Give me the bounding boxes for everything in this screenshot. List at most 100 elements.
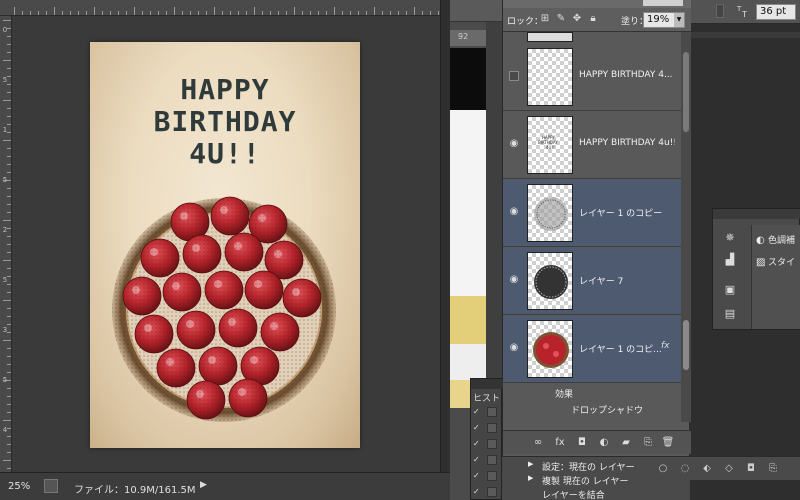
eye-icon[interactable]: ◉ <box>507 137 521 151</box>
panel-header[interactable] <box>713 209 800 219</box>
drop-shadow-row[interactable]: ドロップシャドウ <box>503 400 681 416</box>
history-snapshot-box[interactable] <box>487 455 497 465</box>
card-title: HAPPY BIRTHDAY 4U!! <box>90 74 360 170</box>
zoom-level[interactable]: 25% <box>8 481 30 492</box>
check-icon[interactable]: ✓ <box>473 423 483 433</box>
new-group-icon[interactable]: ▰ <box>619 436 633 450</box>
ruler-tick <box>438 11 439 15</box>
ruler-tick <box>198 11 199 15</box>
lock-position-icon[interactable]: ✥ <box>571 13 583 25</box>
svg-text:T: T <box>741 10 747 19</box>
font-size-field[interactable]: 36 pt <box>756 4 796 20</box>
layer-fx-icon[interactable]: fx <box>661 341 670 351</box>
ruler-tick <box>3 140 11 141</box>
layer-row[interactable]: ◉ HAPPY BIRTHDAY 4U!! HAPPY BIRTHDAY 4u!! <box>503 112 681 179</box>
history-step[interactable]: レイヤーを結合 <box>502 487 690 500</box>
ruler-tick <box>86 11 87 15</box>
new-layer-icon[interactable]: ⎘ <box>641 436 655 450</box>
check-icon[interactable]: ✓ <box>473 487 483 497</box>
scrollbar-thumb[interactable] <box>683 320 689 370</box>
ruler-tick <box>374 7 375 15</box>
ruler-tick <box>246 11 247 15</box>
layer-name: HAPPY BIRTHDAY 4... <box>579 70 673 80</box>
background-doc-preview <box>450 48 486 110</box>
lock-transparent-pixels-icon[interactable]: ⊞ <box>539 13 551 25</box>
ruler-number: 5 <box>2 76 8 84</box>
ruler-tick <box>7 404 11 405</box>
notes-icon[interactable]: ▤ <box>721 305 739 323</box>
document-tab[interactable] <box>450 0 502 22</box>
adjustments-item[interactable]: ◐ 色調補 <box>756 233 795 246</box>
ruler-tick <box>158 11 159 15</box>
dock-divider <box>690 32 800 38</box>
opacity-field[interactable] <box>643 0 683 6</box>
new-path-icon[interactable]: ⎘ <box>766 462 780 476</box>
history-snapshot-box[interactable] <box>487 471 497 481</box>
status-menu-arrow-icon[interactable]: ▶ <box>200 480 207 490</box>
layers-panel-toolbar: ∞ fx ◘ ◐ ▰ ⎘ 🗑︎ <box>503 430 691 454</box>
check-icon[interactable]: ✓ <box>473 439 483 449</box>
navigator-icon[interactable]: ✵ <box>721 229 739 247</box>
history-snapshot-box[interactable] <box>487 487 497 497</box>
info-panel-icon[interactable]: ▣ <box>721 281 739 299</box>
birthday-card-artwork: HAPPY BIRTHDAY 4U!! <box>90 42 360 448</box>
delete-layer-icon[interactable]: 🗑︎ <box>661 436 675 450</box>
ruler-tick <box>46 11 47 15</box>
ruler-tick <box>262 11 263 15</box>
layer-row-selected[interactable]: ◉ レイヤー 1 のコピー <box>503 180 681 247</box>
ruler-tick <box>382 11 383 15</box>
ruler-tick <box>7 172 11 173</box>
drop-shadow-label: ドロップシャドウ <box>571 406 644 416</box>
panel-header[interactable] <box>471 379 503 389</box>
check-icon[interactable]: ✓ <box>473 407 483 417</box>
effects-row[interactable]: 効果 <box>503 384 681 400</box>
ruler-tick <box>30 11 31 15</box>
layer-list: HAPPY BIRTHDAY 4... ◉ HAPPY BIRTHDAY 4U!! … <box>503 32 681 422</box>
add-layer-style-icon[interactable]: fx <box>553 436 567 450</box>
fill-path-icon[interactable]: ○ <box>656 462 670 476</box>
selection-to-path-icon[interactable]: ◇ <box>722 462 736 476</box>
add-mask-icon[interactable]: ◘ <box>744 462 758 476</box>
link-layers-icon[interactable]: ∞ <box>531 436 545 450</box>
visibility-toggle-empty[interactable] <box>509 71 519 81</box>
path-to-selection-icon[interactable]: ⬖ <box>700 462 714 476</box>
check-icon[interactable]: ✓ <box>473 455 483 465</box>
ruler-tick <box>182 11 183 15</box>
ruler-tick <box>7 116 11 117</box>
options-dropdown[interactable] <box>716 4 724 18</box>
history-snapshot-box[interactable] <box>487 423 497 433</box>
add-mask-icon[interactable]: ◘ <box>575 436 589 450</box>
layer-row-selected[interactable]: ◉ レイヤー 7 <box>503 248 681 315</box>
ruler-tick <box>7 308 11 309</box>
adjustment-layer-icon[interactable]: ◐ <box>597 436 611 450</box>
fill-dropdown-icon[interactable]: ▼ <box>674 13 684 27</box>
layer-row[interactable]: HAPPY BIRTHDAY 4... <box>503 44 681 111</box>
status-icon[interactable] <box>44 479 58 493</box>
history-snapshot-box[interactable] <box>487 439 497 449</box>
expand-arrow-icon[interactable]: ▶ <box>528 474 533 482</box>
adjustments-list: ◐ 色調補 ▨ スタイ <box>751 225 800 329</box>
check-icon[interactable]: ✓ <box>473 471 483 481</box>
lock-image-pixels-icon[interactable]: ✎ <box>555 13 567 25</box>
histogram-icon[interactable]: ▟ <box>721 251 739 269</box>
history-snapshot-box[interactable] <box>487 407 497 417</box>
eye-icon[interactable]: ◉ <box>507 205 521 219</box>
layer-row-selected[interactable]: ◉ レイヤー 1 のコピ... fx <box>503 316 681 383</box>
styles-item[interactable]: ▨ スタイ <box>756 255 795 268</box>
layer-name: HAPPY BIRTHDAY 4u!! <box>579 138 675 148</box>
fill-field[interactable]: 19% ▼ <box>643 12 685 28</box>
eye-icon[interactable]: ◉ <box>507 341 521 355</box>
eye-icon[interactable]: ◉ <box>507 273 521 287</box>
ruler-tick <box>7 196 11 197</box>
lock-all-icon[interactable]: 🔒︎ <box>587 13 599 25</box>
ruler-tick <box>7 348 11 349</box>
ruler-tick <box>118 11 119 15</box>
document-scrollbar[interactable] <box>440 0 450 472</box>
ruler-tick <box>422 11 423 15</box>
scrollbar-thumb[interactable] <box>683 52 689 132</box>
layers-scrollbar[interactable] <box>681 32 691 422</box>
ruler-tick <box>7 204 11 205</box>
stroke-path-icon[interactable]: ◌ <box>678 462 692 476</box>
expand-arrow-icon[interactable]: ▶ <box>528 460 533 468</box>
ruler-tick <box>142 11 143 15</box>
